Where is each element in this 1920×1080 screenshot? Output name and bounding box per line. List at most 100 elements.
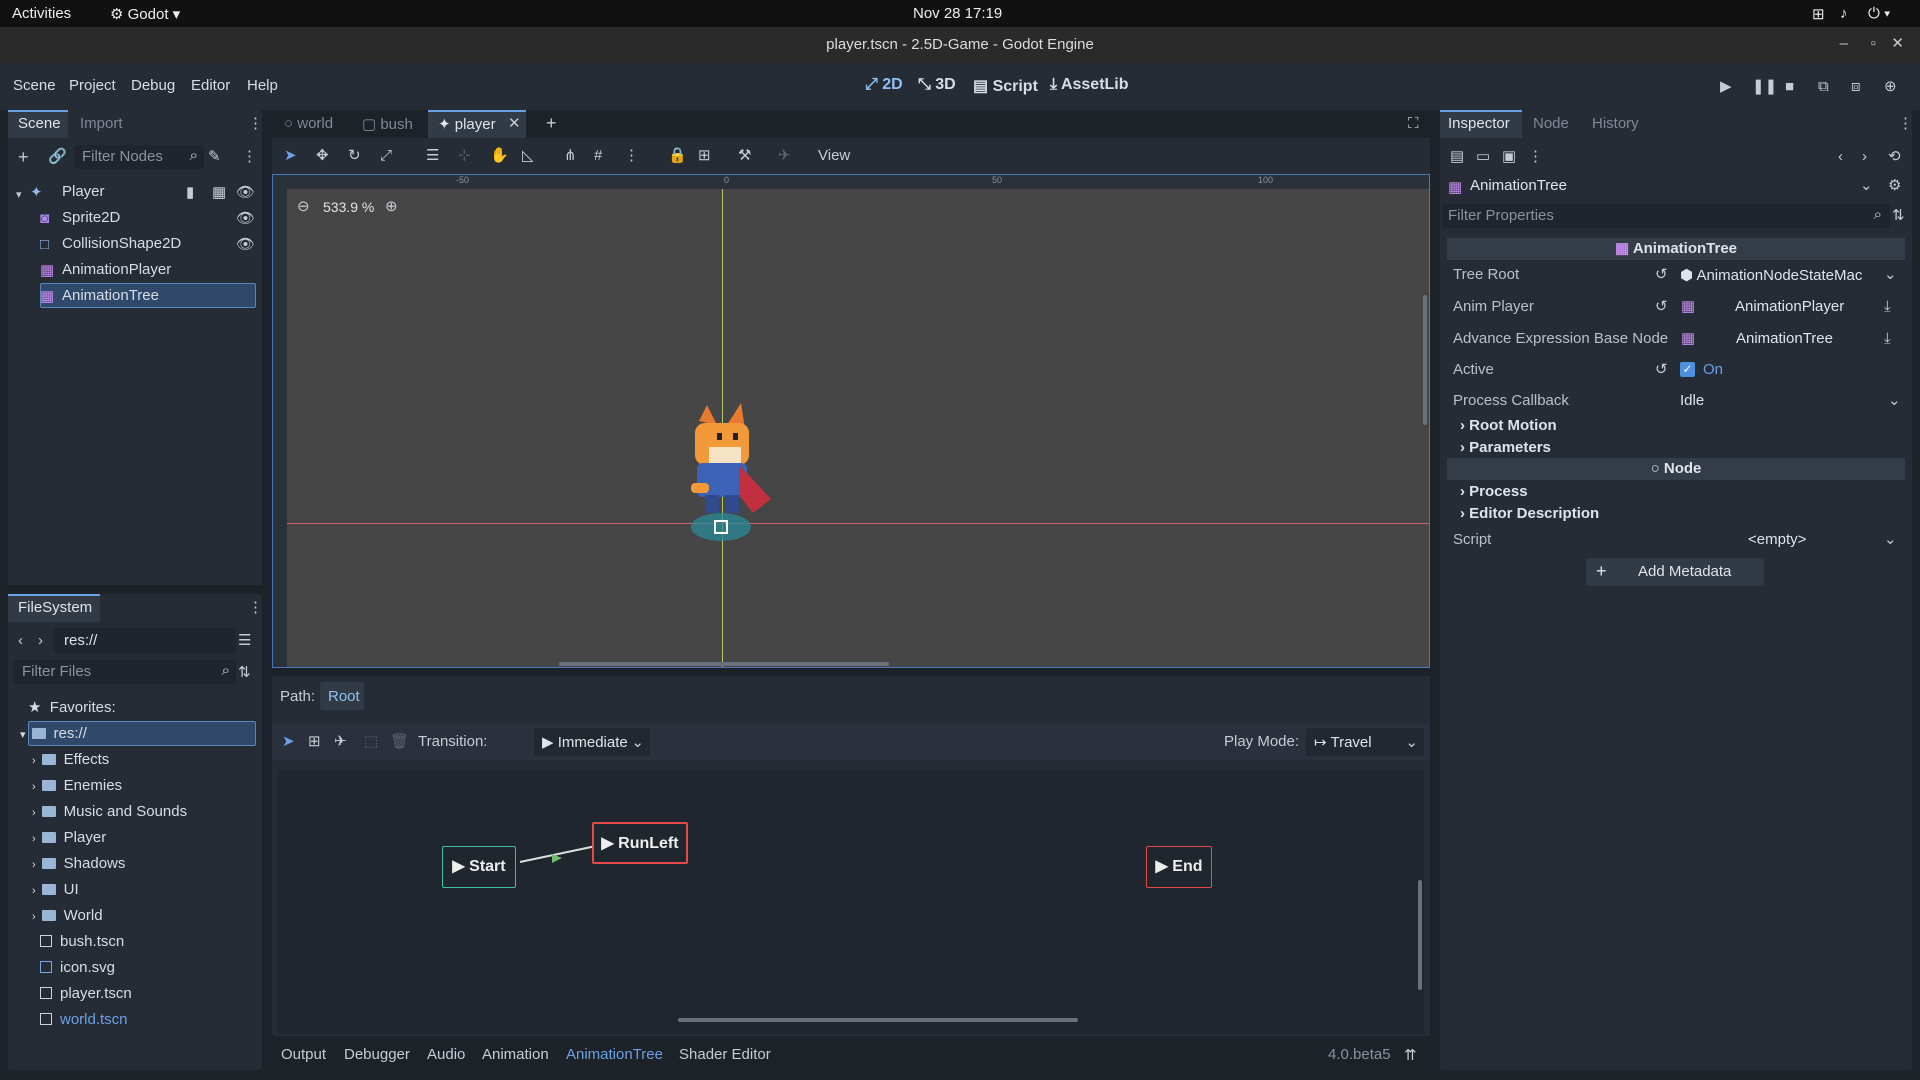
state-machine-graph[interactable]: ▶ Start ▶ RunLeft ▶ End — [278, 770, 1424, 1034]
snap-options-icon[interactable]: ⋮ — [624, 147, 639, 165]
section-parameters[interactable]: › Parameters — [1460, 439, 1551, 456]
auto-triangle-icon[interactable]: ⬚ — [364, 733, 378, 751]
save-resource-icon[interactable]: ▣ — [1502, 148, 1516, 166]
stop-icon[interactable]: ■ — [1785, 78, 1794, 96]
scale-tool-icon[interactable]: ⤢ — [380, 147, 392, 165]
tab-node[interactable]: Node — [1533, 115, 1569, 132]
visibility-icon[interactable]: 👁 — [236, 236, 255, 254]
play-icon[interactable]: ▶ — [1720, 78, 1732, 96]
bottom-tab-animationtree[interactable]: AnimationTree — [566, 1046, 663, 1063]
section-process[interactable]: › Process — [1460, 483, 1528, 500]
scene-tab-world[interactable]: ○ world — [284, 115, 333, 132]
revert-icon[interactable]: ↺ — [1655, 298, 1668, 316]
app-menu[interactable]: ⚙ Godot ▾ — [110, 5, 180, 23]
new-tab-icon[interactable]: + — [546, 114, 557, 132]
collapse-arrow-icon[interactable]: ▾ — [16, 186, 22, 204]
workspace-assetlib[interactable]: ⤓ AssetLib — [1050, 76, 1129, 94]
select-tool-icon[interactable]: ➤ — [284, 147, 297, 165]
add-metadata-button[interactable]: + Add Metadata — [1586, 558, 1764, 586]
canvas-viewport[interactable]: -50 0 50 100 ⊖ 533.9 % ⊕ — [272, 174, 1430, 668]
camera-override-icon[interactable]: ✈ — [778, 147, 791, 165]
close-tab-icon[interactable]: ✕ — [508, 115, 521, 133]
grid-snap-icon[interactable]: # — [594, 147, 602, 165]
bone-icon[interactable]: ⚒ — [738, 147, 751, 165]
inspected-object[interactable]: AnimationTree — [1470, 177, 1567, 194]
path-root-button[interactable]: Root — [320, 682, 364, 710]
chevron-down-icon[interactable]: ⌄ — [1860, 177, 1873, 195]
tree-node-animationtree[interactable]: AnimationTree — [62, 283, 159, 309]
prop-anim-player-value[interactable]: AnimationPlayer — [1735, 298, 1844, 315]
workspace-script[interactable]: ▤ Script — [973, 76, 1038, 96]
horizontal-scrollbar[interactable] — [559, 662, 889, 666]
graph-horizontal-scrollbar[interactable] — [678, 1018, 1078, 1022]
prop-tree-root-value[interactable]: ⬢ AnimationNodeStateMac — [1680, 266, 1862, 284]
volume-icon[interactable]: ♪ — [1840, 5, 1848, 22]
visibility-icon[interactable]: 👁 — [236, 184, 255, 202]
class-header-animationtree[interactable]: ▦ AnimationTree — [1447, 238, 1905, 260]
history-forward-icon[interactable]: › — [1862, 148, 1867, 166]
connect-node-icon[interactable]: ✈ — [334, 733, 347, 751]
play-scene-icon[interactable]: ⧉ — [1818, 78, 1829, 96]
smart-snap-icon[interactable]: ⋔ — [564, 147, 577, 165]
favorites-row[interactable]: ★ Favorites: — [28, 695, 116, 721]
power-icon[interactable]: ⏻ ▾ — [1868, 5, 1890, 22]
scene-tab-bush[interactable]: ▢ bush — [362, 115, 413, 133]
create-node-icon[interactable]: ⊞ — [308, 733, 321, 751]
assign-node-icon[interactable]: ⤓ — [1884, 330, 1891, 348]
bottom-tab-shader-editor[interactable]: Shader Editor — [679, 1046, 771, 1063]
visibility-icon[interactable]: 👁 — [236, 210, 255, 228]
class-header-node[interactable]: ○ Node — [1447, 458, 1905, 480]
ruler-tool-icon[interactable]: ◺ — [522, 147, 534, 165]
list-select-icon[interactable]: ☰ — [426, 147, 439, 165]
filter-files-input[interactable]: Filter Files ⌕ — [14, 660, 236, 684]
fs-root-row[interactable]: ▾ res:// — [20, 721, 87, 747]
filesystem-path-input[interactable]: res:// — [54, 628, 236, 654]
fs-folder-shadows[interactable]: › Shadows — [32, 851, 125, 877]
tab-history[interactable]: History — [1592, 115, 1639, 132]
scene-options-icon[interactable]: ⋮ — [242, 148, 257, 166]
chevron-down-icon[interactable]: ⌄ — [1888, 392, 1901, 410]
sort-icon[interactable]: ⇅ — [238, 664, 251, 682]
workspace-2d[interactable]: ⤢ 2D — [865, 76, 903, 94]
prop-script-value[interactable]: <empty> — [1748, 531, 1806, 548]
delete-icon[interactable]: 🗑 — [390, 733, 409, 751]
active-checkbox[interactable]: ✓ — [1680, 362, 1695, 377]
chevron-down-icon[interactable]: ⌄ — [1884, 531, 1897, 549]
expand-panel-icon[interactable]: ⇈ — [1404, 1046, 1417, 1064]
tab-import[interactable]: Import — [80, 115, 123, 132]
dock-menu-icon[interactable]: ⋮ — [1898, 115, 1913, 133]
pivot-tool-icon[interactable]: ⊹ — [458, 147, 471, 165]
dock-menu-icon[interactable]: ⋮ — [248, 599, 263, 617]
bottom-tab-animation[interactable]: Animation — [482, 1046, 549, 1063]
rotate-tool-icon[interactable]: ↻ — [348, 147, 361, 165]
fs-folder-enemies[interactable]: › Enemies — [32, 773, 122, 799]
play-mode-dropdown[interactable]: ↦ Travel ⌄ — [1306, 728, 1424, 756]
network-icon[interactable]: ⊞ — [1812, 5, 1825, 23]
bottom-tab-debugger[interactable]: Debugger — [344, 1046, 410, 1063]
history-back-icon[interactable]: ‹ — [1838, 148, 1843, 166]
dock-menu-icon[interactable]: ⋮ — [248, 115, 263, 133]
transition-dropdown[interactable]: ▶ Immediate ⌄ — [534, 728, 650, 756]
view-menu[interactable]: View — [818, 147, 850, 165]
graph-vertical-scrollbar[interactable] — [1418, 880, 1422, 990]
fs-folder-ui[interactable]: › UI — [32, 877, 79, 903]
pan-tool-icon[interactable]: ✋ — [490, 147, 509, 165]
prop-callback-value[interactable]: Idle — [1680, 392, 1704, 409]
state-node-end[interactable]: ▶ End — [1146, 846, 1212, 888]
back-icon[interactable]: ‹ — [18, 632, 23, 650]
history-icon[interactable]: ⟲ — [1888, 148, 1901, 166]
forward-icon[interactable]: › — [38, 632, 43, 650]
tree-node-animationplayer[interactable]: AnimationPlayer — [62, 257, 171, 283]
close-icon[interactable]: ✕ — [1891, 34, 1904, 52]
group-selected-icon[interactable]: ⊞ — [698, 147, 711, 165]
state-node-start[interactable]: ▶ Start — [442, 846, 516, 888]
section-editor-description[interactable]: › Editor Description — [1460, 505, 1599, 522]
revert-icon[interactable]: ↺ — [1655, 266, 1668, 284]
move-tool-icon[interactable]: ✥ — [316, 147, 329, 165]
menu-debug[interactable]: Debug — [131, 77, 175, 94]
chevron-down-icon[interactable]: ⌄ — [1884, 266, 1897, 284]
attach-script-icon[interactable]: ✎ — [208, 148, 221, 166]
new-resource-icon[interactable]: ▤ — [1450, 148, 1464, 166]
activities-button[interactable]: Activities — [12, 5, 71, 22]
fs-file-bush[interactable]: bush.tscn — [40, 929, 124, 955]
